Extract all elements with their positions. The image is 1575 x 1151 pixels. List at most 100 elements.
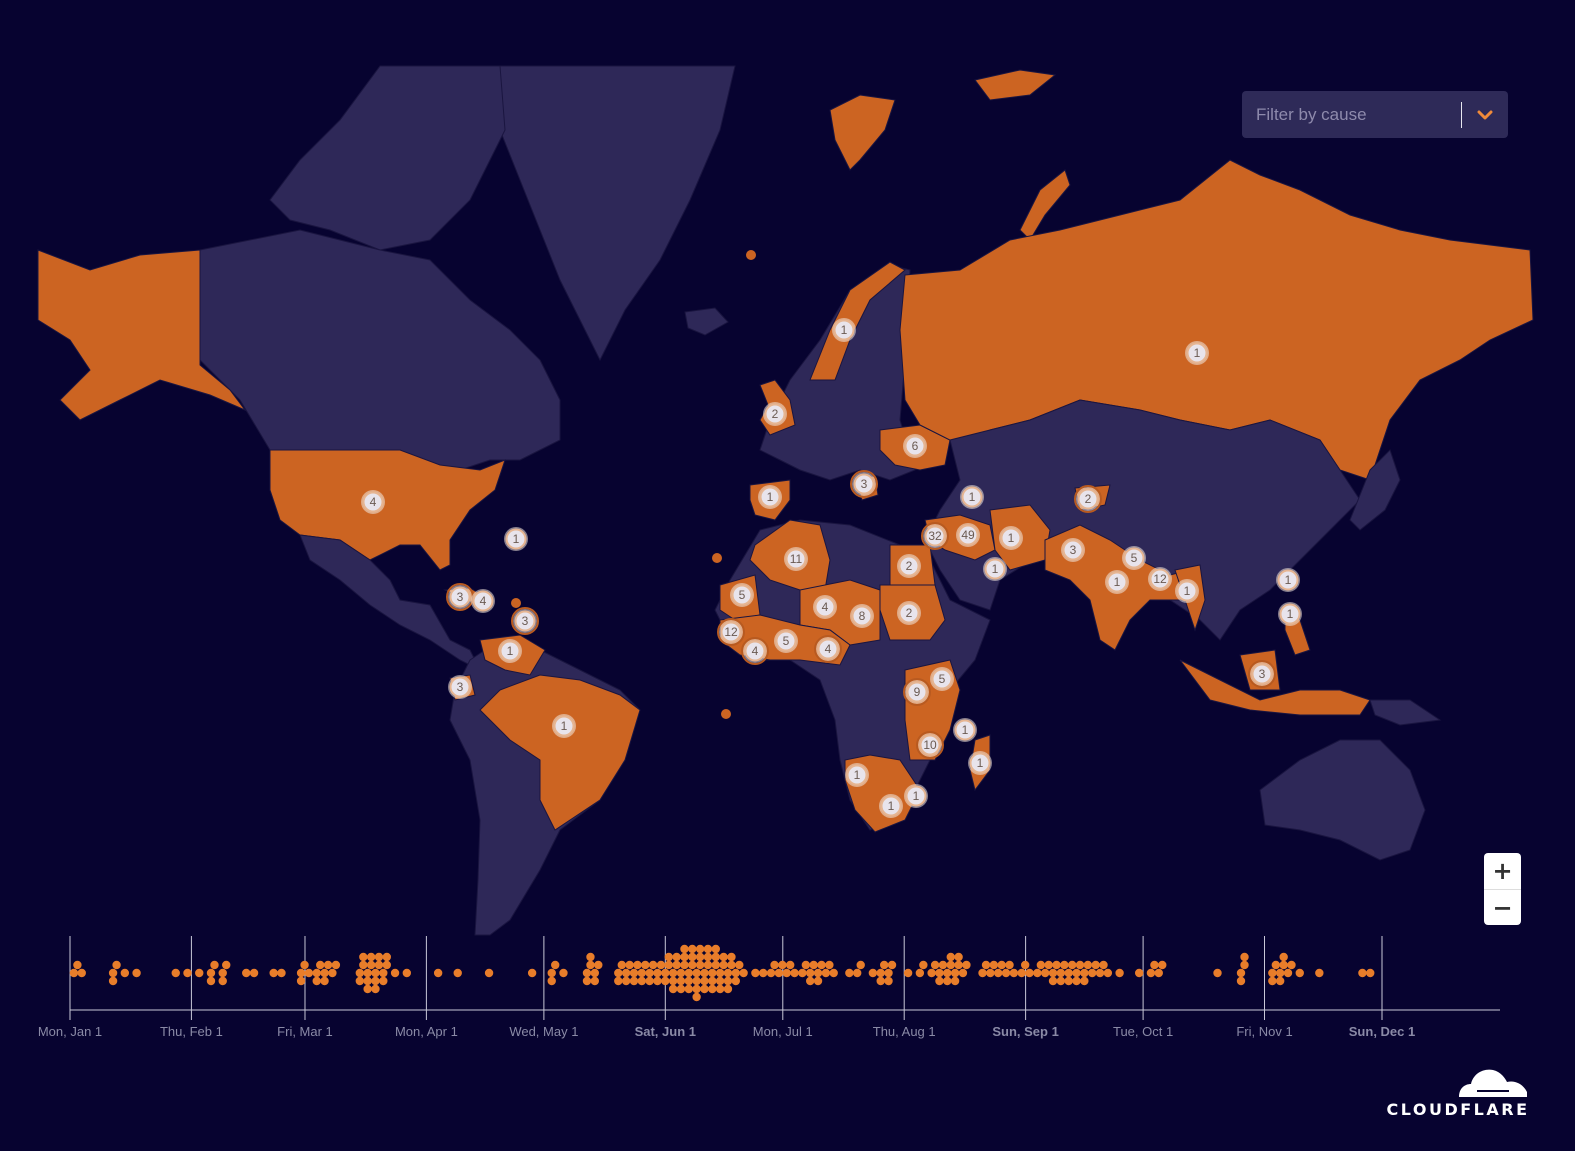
event-dot[interactable] (218, 976, 227, 986)
event-dot[interactable] (664, 960, 673, 970)
event-dot[interactable] (320, 968, 329, 978)
event-dot[interactable] (938, 960, 948, 970)
event-dot[interactable] (954, 952, 963, 962)
event-dot[interactable] (1240, 960, 1249, 970)
event-dot[interactable] (935, 968, 944, 978)
event-dot[interactable] (363, 984, 372, 994)
event-dot[interactable] (1001, 968, 1011, 978)
event-dot[interactable] (950, 976, 960, 986)
event-dot[interactable] (633, 960, 642, 970)
event-dot[interactable] (625, 960, 634, 970)
event-dot[interactable] (1268, 968, 1277, 978)
event-dot[interactable] (943, 968, 952, 978)
event-dot[interactable] (366, 960, 376, 970)
event-dot[interactable] (1048, 976, 1058, 986)
cluster-marker-venezuela[interactable]: 1 (498, 639, 522, 663)
event-dot[interactable] (323, 960, 333, 970)
event-dot[interactable] (876, 976, 885, 986)
event-dot[interactable] (402, 968, 412, 978)
event-dot[interactable] (1103, 968, 1113, 978)
event-dot[interactable] (845, 968, 854, 978)
event-dot[interactable] (950, 968, 960, 978)
event-dot[interactable] (1067, 960, 1077, 970)
event-dot[interactable] (801, 960, 811, 970)
event-dot[interactable] (703, 944, 713, 954)
event-dot[interactable] (954, 960, 963, 970)
event-dot[interactable] (433, 968, 443, 978)
event-dot[interactable] (363, 976, 372, 986)
event-dot-atlantic[interactable] (746, 250, 756, 260)
event-dot[interactable] (708, 976, 717, 986)
event-dot[interactable] (935, 976, 944, 986)
event-dot[interactable] (629, 976, 639, 986)
cluster-marker-united-states[interactable]: 4 (361, 490, 385, 514)
cluster-marker-lesser-antilles[interactable]: 3 (511, 607, 539, 635)
event-dot[interactable] (825, 960, 834, 970)
event-dot[interactable] (586, 952, 595, 962)
event-dot[interactable] (645, 968, 654, 978)
event-dot[interactable] (692, 984, 701, 994)
event-dot[interactable] (735, 960, 744, 970)
event-dot[interactable] (700, 968, 709, 978)
event-dot[interactable] (798, 968, 807, 978)
event-dot[interactable] (617, 960, 626, 970)
event-dot[interactable] (218, 968, 227, 978)
event-dot[interactable] (331, 960, 341, 970)
event-dot[interactable] (648, 960, 658, 970)
zoom-out-button[interactable]: − (1484, 890, 1521, 926)
event-dot[interactable] (320, 976, 329, 986)
event-dot[interactable] (790, 968, 799, 978)
event-dot[interactable] (132, 968, 141, 978)
event-dot[interactable] (672, 952, 681, 962)
event-dot[interactable] (1025, 968, 1034, 978)
cluster-marker-madagascar[interactable]: 1 (968, 751, 992, 775)
event-dot[interactable] (328, 968, 337, 978)
event-dot[interactable] (731, 976, 740, 986)
event-dot[interactable] (1213, 968, 1222, 978)
cluster-marker-kenya[interactable]: 5 (930, 667, 954, 691)
event-dot[interactable] (374, 960, 384, 970)
cluster-marker-ukraine[interactable]: 6 (903, 434, 927, 458)
event-dot[interactable] (206, 968, 216, 978)
event-dot[interactable] (582, 968, 592, 978)
event-dot[interactable] (653, 976, 662, 986)
event-dot[interactable] (614, 968, 623, 978)
event-dot[interactable] (989, 960, 999, 970)
event-dot[interactable] (371, 968, 380, 978)
event-dot[interactable] (296, 976, 306, 986)
event-dot[interactable] (723, 976, 733, 986)
cluster-marker-myanmar[interactable]: 1 (1175, 579, 1199, 603)
event-dot[interactable] (1315, 968, 1324, 978)
cluster-marker-russia[interactable]: 1 (1185, 341, 1209, 365)
event-dot[interactable] (304, 968, 314, 978)
event-dot[interactable] (1052, 960, 1061, 970)
event-dot[interactable] (943, 976, 952, 986)
event-dot[interactable] (884, 976, 893, 986)
event-dot[interactable] (379, 968, 388, 978)
event-dot[interactable] (1268, 976, 1277, 986)
event-dot[interactable] (692, 992, 701, 1002)
event-dot[interactable] (688, 944, 697, 954)
event-dot[interactable] (676, 984, 686, 994)
event-dot[interactable] (962, 960, 971, 970)
event-dot[interactable] (73, 960, 82, 970)
event-dot[interactable] (379, 976, 388, 986)
event-dot[interactable] (715, 976, 725, 986)
event-dot[interactable] (778, 960, 787, 970)
event-dot[interactable] (711, 960, 720, 970)
event-dot[interactable] (637, 976, 646, 986)
event-dot[interactable] (242, 968, 251, 978)
cluster-marker-taiwan[interactable]: 1 (1276, 568, 1300, 592)
cluster-marker-nepal[interactable]: 5 (1122, 546, 1146, 570)
timeline-chart[interactable]: Mon, Jan 1 Thu, Feb 1 Fri, Mar 1 Mon, Apr 1… (0, 930, 1575, 1050)
event-dot[interactable] (1044, 960, 1053, 970)
event-dot[interactable] (210, 960, 219, 970)
event-dot[interactable] (661, 968, 670, 978)
event-dot[interactable] (1283, 968, 1293, 978)
event-dot[interactable] (695, 944, 705, 954)
event-dot[interactable] (371, 984, 380, 994)
country-canada[interactable] (199, 229, 561, 471)
event-dot[interactable] (809, 960, 818, 970)
event-dot-st-helena[interactable] (721, 709, 731, 719)
cluster-marker-bermuda[interactable]: 1 (504, 527, 528, 551)
